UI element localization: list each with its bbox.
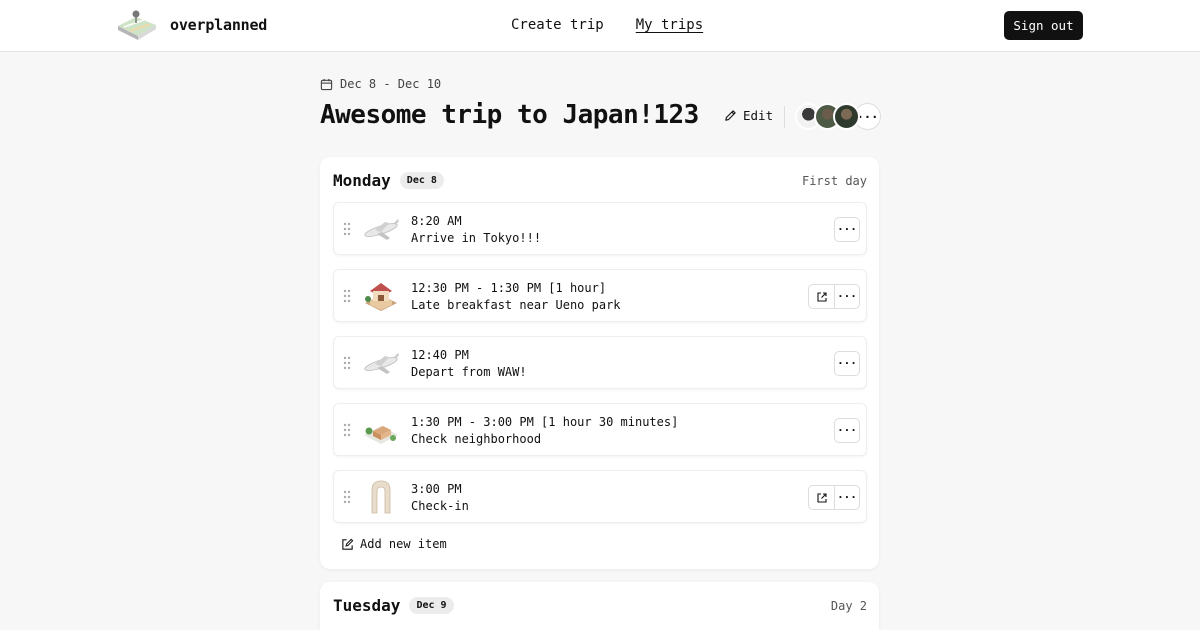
- map-logo-icon: [118, 10, 156, 40]
- item-actions: ···: [834, 418, 860, 443]
- item-more-button[interactable]: ···: [834, 217, 860, 242]
- item-title: Arrive in Tokyo!!!: [411, 231, 542, 245]
- airplane-icon: [364, 219, 399, 240]
- item-title: Late breakfast near Ueno park: [411, 298, 621, 312]
- item-more-button[interactable]: ···: [834, 418, 860, 443]
- date-badge: Dec 8: [399, 172, 444, 189]
- day-label: First day: [801, 174, 867, 188]
- sign-out-button[interactable]: Sign out: [1004, 11, 1083, 40]
- add-new-item-label: Add new item: [360, 537, 447, 551]
- day-card-monday: Monday Dec 8 First day 8:20 AM Arrive in…: [320, 157, 879, 569]
- drag-handle-icon[interactable]: [343, 423, 351, 437]
- nav-create-trip[interactable]: Create trip: [511, 17, 604, 33]
- item-actions: ···: [808, 485, 860, 510]
- item-more-button[interactable]: ···: [834, 351, 860, 376]
- day-name: Tuesday: [333, 596, 401, 615]
- itinerary-item[interactable]: 12:30 PM - 1:30 PM [1 hour] Late breakfa…: [333, 269, 867, 322]
- item-time: 3:00 PM: [411, 482, 462, 496]
- open-link-button[interactable]: [808, 485, 834, 510]
- external-link-icon: [816, 291, 827, 302]
- item-title: Depart from WAW!: [411, 365, 527, 379]
- logo[interactable]: overplanned: [114, 8, 267, 42]
- item-more-button[interactable]: ···: [834, 485, 860, 510]
- top-bar: overplanned Create trip My trips Sign ou…: [0, 0, 1200, 52]
- day-header: Tuesday Dec 9: [333, 596, 454, 615]
- restaurant-icon: [365, 283, 397, 311]
- pencil-icon: [725, 110, 736, 121]
- day-card-tuesday: Tuesday Dec 9 Day 2: [320, 582, 879, 630]
- more-dots-icon: ···: [837, 357, 857, 370]
- drag-handle-icon[interactable]: [343, 222, 351, 236]
- item-time: 1:30 PM - 3:00 PM [1 hour 30 minutes]: [411, 415, 679, 429]
- item-time: 12:40 PM: [411, 348, 469, 362]
- airplane-icon: [364, 353, 399, 374]
- more-dots-icon: ···: [837, 491, 857, 504]
- itinerary-item[interactable]: 8:20 AM Arrive in Tokyo!!! ···: [333, 202, 867, 255]
- item-title: Check-in: [411, 499, 469, 513]
- item-more-button[interactable]: ···: [834, 284, 860, 309]
- calendar-icon: [320, 78, 333, 90]
- itinerary-item[interactable]: 1:30 PM - 3:00 PM [1 hour 30 minutes] Ch…: [333, 403, 867, 456]
- trip-dates-text: Dec 8 - Dec 10: [340, 77, 442, 91]
- more-dots-icon: ···: [837, 424, 857, 437]
- brand-name: overplanned: [170, 16, 268, 34]
- edit-square-icon: [342, 538, 354, 550]
- neighborhood-icon: [364, 426, 398, 444]
- trip-title: Awesome trip to Japan!123: [320, 100, 699, 130]
- day-label: Day 2: [830, 599, 867, 613]
- date-badge: Dec 9: [409, 597, 454, 614]
- open-link-button[interactable]: [808, 284, 834, 309]
- item-title: Check neighborhood: [411, 432, 542, 446]
- drag-handle-icon[interactable]: [343, 490, 351, 504]
- itinerary-item[interactable]: 3:00 PM Check-in ···: [333, 470, 867, 523]
- day-header: Monday Dec 8: [333, 171, 444, 190]
- drag-handle-icon[interactable]: [343, 289, 351, 303]
- add-new-item-button[interactable]: Add new item: [341, 537, 447, 551]
- arch-icon: [371, 480, 391, 514]
- itinerary-item[interactable]: 12:40 PM Depart from WAW! ···: [333, 336, 867, 389]
- divider: [784, 106, 785, 128]
- more-dots-icon: ···: [837, 290, 857, 303]
- edit-button[interactable]: Edit: [724, 108, 773, 123]
- more-dots-icon: ···: [837, 223, 857, 236]
- item-actions: ···: [834, 217, 860, 242]
- trip-dates: Dec 8 - Dec 10: [320, 77, 441, 91]
- nav-my-trips[interactable]: My trips: [636, 17, 703, 33]
- edit-label: Edit: [743, 108, 774, 123]
- day-name: Monday: [333, 171, 391, 190]
- item-time: 12:30 PM - 1:30 PM [1 hour]: [411, 281, 607, 295]
- drag-handle-icon[interactable]: [343, 356, 351, 370]
- avatar[interactable]: [833, 103, 860, 130]
- item-actions: ···: [808, 284, 860, 309]
- item-actions: ···: [834, 351, 860, 376]
- external-link-icon: [816, 492, 827, 503]
- collaborators: ···: [795, 103, 881, 130]
- item-time: 8:20 AM: [411, 214, 462, 228]
- main-nav: Create trip My trips: [511, 17, 703, 33]
